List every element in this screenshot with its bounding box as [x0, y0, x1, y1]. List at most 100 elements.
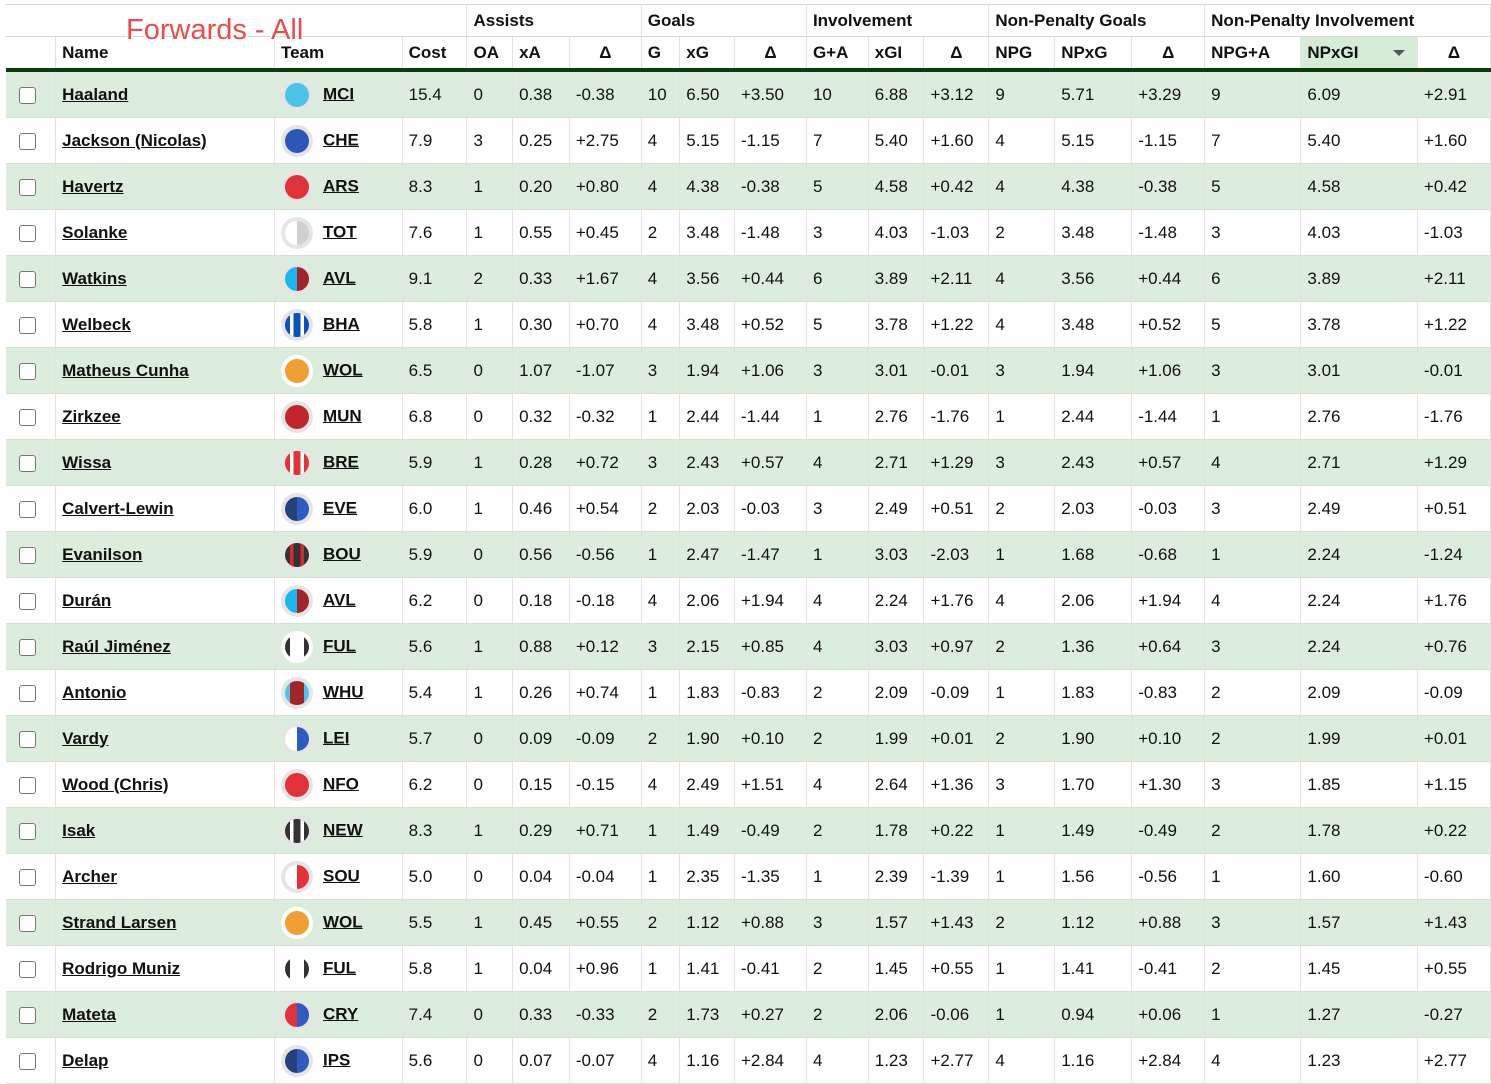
- column-header-label: xGI: [874, 42, 903, 62]
- column-header-npg-a[interactable]: NPG+A: [1204, 36, 1302, 72]
- column-header-delta-15[interactable]: Δ: [1131, 36, 1206, 72]
- player-name-link[interactable]: Wissa: [62, 453, 111, 472]
- cell-a-d: +0.12: [569, 623, 642, 670]
- player-name-cell: Raúl Jiménez: [55, 623, 275, 670]
- cell-g: 4: [641, 761, 681, 808]
- player-name-link[interactable]: Havertz: [62, 177, 123, 196]
- player-name-link[interactable]: Antonio: [62, 683, 126, 702]
- column-header-delta-9[interactable]: Δ: [734, 36, 807, 72]
- team-link[interactable]: WHU: [323, 682, 364, 701]
- player-name-link[interactable]: Delap: [62, 1051, 108, 1070]
- row-checkbox[interactable]: [19, 224, 36, 242]
- team-link[interactable]: TOT: [323, 222, 357, 241]
- player-name-link[interactable]: Wood (Chris): [62, 775, 168, 794]
- row-checkbox[interactable]: [19, 822, 36, 840]
- team-cell: MUN: [274, 393, 403, 440]
- row-checkbox[interactable]: [19, 592, 36, 610]
- cell-g-d: -1.35: [734, 853, 807, 900]
- player-name-link[interactable]: Raúl Jiménez: [62, 637, 171, 656]
- team-link[interactable]: MUN: [323, 406, 362, 425]
- player-name-link[interactable]: Isak: [62, 821, 95, 840]
- row-checkbox[interactable]: [19, 362, 36, 380]
- team-link[interactable]: AVL: [323, 590, 356, 609]
- player-name-link[interactable]: Zirkzee: [62, 407, 121, 426]
- team-link[interactable]: WOL: [323, 360, 363, 379]
- team-link[interactable]: BHA: [323, 314, 360, 333]
- column-header-npxgi[interactable]: NPxGI: [1300, 36, 1418, 72]
- team-link[interactable]: FUL: [323, 636, 356, 655]
- row-checkbox[interactable]: [19, 868, 36, 886]
- player-name-link[interactable]: Welbeck: [62, 315, 131, 334]
- team-link[interactable]: BRE: [323, 452, 359, 471]
- player-name-link[interactable]: Rodrigo Muniz: [62, 959, 180, 978]
- row-checkbox[interactable]: [19, 960, 36, 978]
- team-link[interactable]: AVL: [323, 268, 356, 287]
- column-header-delta-18[interactable]: Δ: [1417, 36, 1491, 72]
- player-name-link[interactable]: Durán: [62, 591, 111, 610]
- row-checkbox[interactable]: [19, 638, 36, 656]
- row-checkbox[interactable]: [19, 270, 36, 288]
- cell-npgi-d: -0.27: [1417, 991, 1491, 1038]
- team-link[interactable]: EVE: [323, 498, 357, 517]
- player-name-link[interactable]: Calvert-Lewin: [62, 499, 173, 518]
- team-link[interactable]: ARS: [323, 176, 359, 195]
- cell-oa: 0: [466, 715, 514, 762]
- column-header-g-a[interactable]: G+A: [806, 36, 869, 72]
- cell-xa: 1.07: [512, 347, 570, 394]
- cell-ga: 4: [806, 1037, 869, 1084]
- column-header-npg[interactable]: NPG: [988, 36, 1056, 72]
- team-link[interactable]: CHE: [323, 130, 359, 149]
- column-header-oa[interactable]: OA: [466, 36, 514, 72]
- row-checkbox[interactable]: [19, 776, 36, 794]
- team-link[interactable]: BOU: [323, 544, 361, 563]
- row-checkbox[interactable]: [19, 86, 36, 104]
- team-link[interactable]: FUL: [323, 958, 356, 977]
- row-checkbox[interactable]: [19, 1006, 36, 1024]
- column-header-cost[interactable]: Cost: [402, 36, 468, 72]
- player-name-link[interactable]: Vardy: [62, 729, 108, 748]
- cell-npgi-d: -0.01: [1417, 347, 1491, 394]
- row-checkbox[interactable]: [19, 914, 36, 932]
- sort-descending-icon[interactable]: [1392, 50, 1405, 56]
- row-checkbox[interactable]: [19, 500, 36, 518]
- row-checkbox[interactable]: [19, 546, 36, 564]
- column-header-label: NPG: [995, 42, 1033, 62]
- team-link[interactable]: SOU: [323, 866, 360, 885]
- column-header-xgi[interactable]: xGI: [868, 36, 925, 72]
- row-checkbox[interactable]: [19, 730, 36, 748]
- player-name-link[interactable]: Solanke: [62, 223, 127, 242]
- row-checkbox[interactable]: [19, 178, 36, 196]
- team-link[interactable]: LEI: [323, 728, 349, 747]
- row-checkbox[interactable]: [19, 1052, 36, 1070]
- column-header-g[interactable]: G: [641, 36, 681, 72]
- row-checkbox[interactable]: [19, 454, 36, 472]
- team-link[interactable]: IPS: [323, 1050, 350, 1069]
- player-name-link[interactable]: Matheus Cunha: [62, 361, 189, 380]
- team-link[interactable]: CRY: [323, 1004, 358, 1023]
- player-name-link[interactable]: Archer: [62, 867, 117, 886]
- player-name-link[interactable]: Jackson (Nicolas): [62, 131, 207, 150]
- player-name-link[interactable]: Watkins: [62, 269, 127, 288]
- cell-npgi-d: +0.55: [1417, 945, 1491, 992]
- player-name-link[interactable]: Mateta: [62, 1005, 116, 1024]
- player-name-link[interactable]: Evanilson: [62, 545, 142, 564]
- column-header-xa[interactable]: xA: [512, 36, 570, 72]
- cell-npgi-d: -0.09: [1417, 669, 1491, 716]
- team-link[interactable]: NFO: [323, 774, 359, 793]
- row-checkbox[interactable]: [19, 408, 36, 426]
- cell-gi-d: +1.29: [923, 439, 990, 486]
- column-header-npxg[interactable]: NPxG: [1054, 36, 1133, 72]
- row-checkbox[interactable]: [19, 132, 36, 150]
- player-name-link[interactable]: Haaland: [62, 85, 128, 104]
- player-name-link[interactable]: Strand Larsen: [62, 913, 176, 932]
- cell-npgi-d: +0.42: [1417, 163, 1491, 210]
- column-header-delta-12[interactable]: Δ: [923, 36, 990, 72]
- column-header-delta-6[interactable]: Δ: [569, 36, 642, 72]
- team-link[interactable]: MCI: [323, 84, 354, 103]
- row-checkbox[interactable]: [19, 684, 36, 702]
- row-checkbox[interactable]: [19, 316, 36, 334]
- cell-xgi: 3.03: [868, 623, 925, 670]
- team-link[interactable]: WOL: [323, 912, 363, 931]
- team-link[interactable]: NEW: [323, 820, 363, 839]
- column-header-xg[interactable]: xG: [679, 36, 735, 72]
